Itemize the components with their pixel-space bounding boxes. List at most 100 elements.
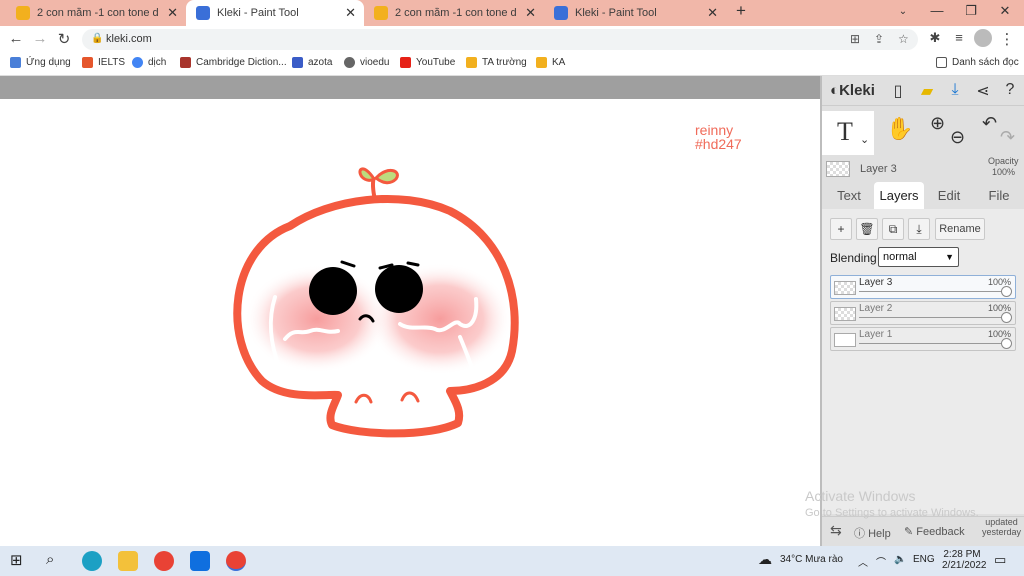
volume-icon[interactable]: 🔈 <box>894 554 906 565</box>
swap-sides-icon[interactable]: ⇆ <box>830 522 842 539</box>
reading-list-icon <box>936 57 947 68</box>
bookmark-dich[interactable]: dịch <box>132 57 166 68</box>
minimize-button[interactable]: — <box>922 3 952 18</box>
tab-title: 2 con mẵm -1 con tone dzàng, 1 <box>37 7 159 19</box>
browser-tab-4[interactable]: Kleki - Paint Tool ✕ <box>544 0 726 26</box>
media-control-icon[interactable]: ≡ <box>950 30 968 45</box>
zoom-in-icon[interactable]: ⊕ <box>930 113 945 134</box>
share-icon[interactable]: ⇪ <box>874 32 884 46</box>
tool-dropdown-chevron-icon[interactable]: ⌄ <box>860 133 869 146</box>
layer-row-3[interactable]: Layer 3 100% <box>830 275 1016 299</box>
profile-avatar[interactable] <box>974 29 992 47</box>
weather-text[interactable]: 34°C Mưa rào <box>780 554 843 565</box>
sprout-leaf-right <box>373 168 399 185</box>
tab-text[interactable]: Text <box>828 182 870 209</box>
left-eye <box>309 267 357 315</box>
browser-tab-strip: 2 con mẵm -1 con tone dzàng, 1 ✕ Kleki -… <box>0 0 1024 26</box>
tab-layers[interactable]: Layers <box>874 182 924 209</box>
windows-start-icon[interactable]: ⊞ <box>10 551 30 571</box>
updated-note[interactable]: updated yesterday <box>982 517 1021 537</box>
edge-browser-icon[interactable] <box>82 551 102 571</box>
open-folder-icon[interactable]: ▰ <box>917 81 937 101</box>
bookmark-ielts[interactable]: IELTS <box>82 57 125 68</box>
opacity-slider-track[interactable] <box>859 291 1007 292</box>
zalo-icon[interactable] <box>190 551 210 571</box>
bookmark-azota[interactable]: azota <box>292 57 332 68</box>
kleki-favicon-icon <box>196 6 210 20</box>
back-arrow-icon[interactable]: ← <box>7 30 25 47</box>
undo-icon[interactable]: ↶ <box>982 113 997 134</box>
zoom-out-icon[interactable]: ⊖ <box>950 127 965 148</box>
layer-row-1[interactable]: Layer 1 100% <box>830 327 1016 351</box>
bookmark-ta-truong[interactable]: TA trường <box>466 57 527 68</box>
blending-mode-select[interactable]: normal ▼ <box>878 247 959 267</box>
help-circle-icon[interactable]: ? <box>1000 81 1020 99</box>
new-tab-button[interactable]: + <box>726 1 756 21</box>
reload-icon[interactable]: ↻ <box>55 30 73 48</box>
bookmark-ka[interactable]: KA <box>536 57 565 68</box>
bookmark-label: azota <box>308 57 333 68</box>
drawing-canvas[interactable]: reinny #hd247 <box>0 99 820 546</box>
slides-favicon-icon <box>16 6 30 20</box>
close-tab-icon[interactable]: ✕ <box>345 5 356 21</box>
chrome-active-icon[interactable] <box>226 551 246 571</box>
share-icon[interactable]: ⋖ <box>973 81 993 101</box>
file-explorer-icon[interactable] <box>118 551 138 571</box>
new-image-icon[interactable]: ▯ <box>888 81 908 101</box>
close-window-button[interactable]: ✕ <box>990 3 1020 19</box>
tab-search-chevron-icon[interactable]: ⌄ <box>888 6 918 17</box>
show-hidden-icons-chevron-icon[interactable]: ︿ <box>858 554 868 569</box>
layer-thumbnail <box>834 281 856 295</box>
opacity-slider-track[interactable] <box>859 343 1007 344</box>
tab-edit[interactable]: Edit <box>928 182 970 209</box>
opacity-slider-knob[interactable] <box>1001 286 1012 297</box>
bookmark-star-icon[interactable]: ☆ <box>898 32 909 46</box>
redo-icon[interactable]: ↷ <box>1000 127 1015 148</box>
feedback-button[interactable]: ✎ Feedback <box>904 525 965 538</box>
forward-arrow-icon[interactable]: → <box>31 30 49 47</box>
network-icon[interactable]: ⌒ <box>876 554 886 569</box>
extensions-puzzle-icon[interactable]: ✱ <box>926 30 944 46</box>
download-icon[interactable]: ⤓ <box>945 81 965 99</box>
hand-tool-icon[interactable]: ✋ <box>886 116 913 142</box>
add-layer-button[interactable]: + <box>830 218 852 240</box>
kleki-side-panel: ◐Kleki ▯ ▰ ⤓ ⋖ ? T ⌄ ✋ ⊕ ⊖ ↶ ↷ Layer 3 O… <box>820 76 1024 546</box>
reading-list[interactable]: Danh sách đọc <box>936 57 1019 68</box>
rename-layer-button[interactable]: Rename <box>935 218 985 240</box>
bookmark-vioedu[interactable]: vioedu <box>344 57 389 68</box>
help-button[interactable]: ⓘ Help <box>854 525 891 541</box>
chrome-icon[interactable] <box>154 551 174 571</box>
close-tab-icon[interactable]: ✕ <box>167 5 178 21</box>
browser-tab-1[interactable]: 2 con mẵm -1 con tone dzàng, 1 ✕ <box>6 0 186 26</box>
restore-button[interactable]: ❐ <box>956 3 986 19</box>
opacity-slider-knob[interactable] <box>1001 338 1012 349</box>
panel-header: ◐Kleki ▯ ▰ ⤓ ⋖ ? <box>822 76 1024 106</box>
clock[interactable]: 2:28 PM 2/21/2022 <box>942 549 987 571</box>
address-bar[interactable]: 🔒 kleki.com ⊞ ⇪ ☆ <box>82 29 918 50</box>
opacity-slider-track[interactable] <box>859 317 1007 318</box>
browser-tab-2[interactable]: Kleki - Paint Tool ✕ <box>186 0 364 26</box>
browser-menu-icon[interactable]: ⋮ <box>998 30 1016 48</box>
opacity-slider-knob[interactable] <box>1001 312 1012 323</box>
duplicate-layer-icon[interactable]: ⧉ <box>882 218 904 240</box>
drawing-artwork <box>233 167 519 438</box>
notifications-icon[interactable]: ▭ <box>994 552 1006 568</box>
text-tool-button[interactable]: T ⌄ <box>822 111 874 155</box>
close-tab-icon[interactable]: ✕ <box>525 5 536 21</box>
bookmark-cambridge[interactable]: Cambridge Diction... <box>180 57 287 68</box>
language-indicator[interactable]: ENG <box>913 554 935 565</box>
bookmark-youtube[interactable]: YouTube <box>400 57 455 68</box>
browser-tab-3[interactable]: 2 con mẵm -1 con tone dzàng, 1 ✕ <box>364 0 544 26</box>
activate-windows-title: Activate Windows <box>805 488 916 504</box>
tab-file[interactable]: File <box>978 182 1020 209</box>
layer-row-2[interactable]: Layer 2 100% <box>830 301 1016 325</box>
blending-label: Blending <box>830 251 877 265</box>
bookmark-apps[interactable]: Ứng dụng <box>10 57 71 68</box>
close-tab-icon[interactable]: ✕ <box>707 5 718 21</box>
help-label: Help <box>868 528 891 540</box>
left-foot-mark <box>354 393 373 404</box>
translate-icon[interactable]: ⊞ <box>850 32 860 46</box>
search-icon[interactable]: ⌕ <box>46 551 66 571</box>
delete-layer-trash-icon[interactable]: 🗑 <box>856 218 878 240</box>
merge-layer-down-icon[interactable]: ⤓ <box>908 218 930 240</box>
